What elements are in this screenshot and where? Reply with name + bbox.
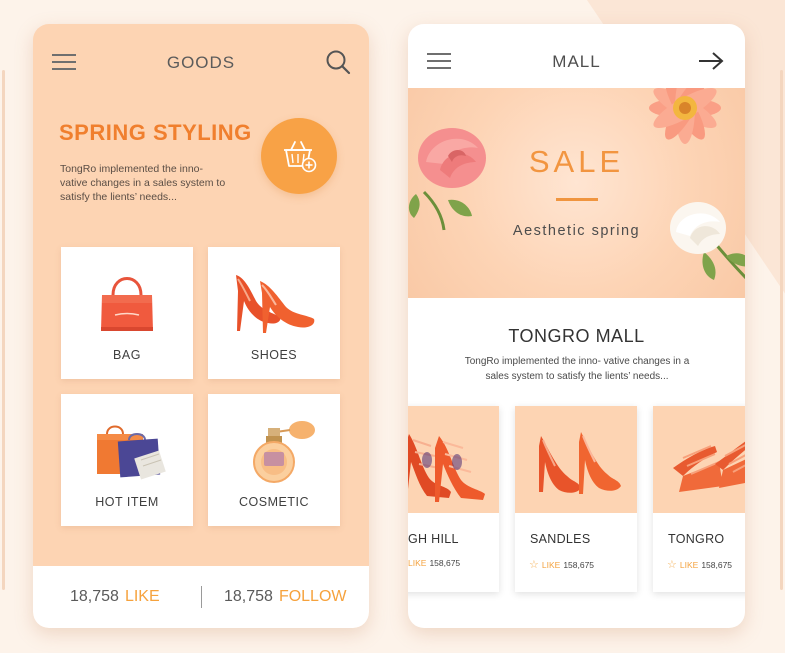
heels-pair-image [408,434,485,502]
category-label-hot-item: HOT ITEM [95,495,159,509]
page-title: MALL [552,52,601,71]
bag-icon [101,277,153,331]
product-card-tongro[interactable]: TONGRO ☆ LIKE 158,675 [653,406,745,592]
product-likes: ☆ LIKE 158,675 [667,558,732,571]
product-card-sandles[interactable]: SANDLES ☆ LIKE 158,675 [515,406,637,592]
pumps-pair-image [539,432,621,494]
shoes-icon [236,275,315,333]
goods-screen: GOODS SPRING STYLING TongRo implemented … [33,24,369,628]
search-icon[interactable] [325,49,351,75]
product-name: GH HILL [408,532,459,546]
product-name: TONGRO [668,532,725,546]
perfume-icon [253,421,315,483]
background-edge-right [780,70,783,590]
gerbera-flower-image [649,88,721,144]
star-icon[interactable]: ☆ [667,559,677,571]
product-name: SANDLES [530,532,591,546]
sale-banner[interactable]: SALE Aesthetic spring [408,88,745,298]
promo-title: SPRING STYLING [59,120,252,145]
product-like-count: 158,675 [563,560,595,570]
sale-divider [556,198,598,201]
product-image [653,406,745,513]
like-label: LIKE [124,588,160,605]
white-rose-image [670,202,745,280]
product-image [515,406,637,513]
category-label-cosmetic: COSMETIC [239,495,309,509]
follow-stat[interactable]: 18,758 FOLLOW [224,588,347,606]
section-title: TONGRO MALL [508,326,645,346]
follow-label: FOLLOW [278,588,347,605]
wedge-sandals-image [673,441,745,492]
sale-title: SALE [528,144,625,179]
follow-count: 18,758 [224,588,273,605]
product-likes: ☆ LIKE 158,675 [529,558,594,571]
mall-screen: MALL SALE Aesthetic spring TONGRO MALL T… [408,24,745,628]
category-label-shoes: SHOES [250,348,298,362]
arrow-right-icon[interactable] [697,50,725,72]
like-count: 18,758 [70,588,119,605]
product-like-label: LIKE [679,560,699,570]
product-like-label: LIKE [408,558,427,568]
like-stat[interactable]: 18,758 LIKE [70,588,160,606]
category-label-bag: BAG [113,348,141,362]
product-like-count: 158,675 [701,560,733,570]
add-to-basket-button[interactable] [261,118,337,194]
gift-bags-icon [97,425,166,480]
category-card-cosmetic[interactable]: COSMETIC [208,394,340,526]
section-description: TongRo implemented the inno- vative chan… [464,356,690,382]
category-card-bag[interactable]: BAG [61,247,193,379]
category-card-hot-item[interactable]: HOT ITEM [61,394,193,526]
promo-description: TongRo implemented the inno-vative chang… [60,163,226,203]
page-title: GOODS [166,53,236,72]
product-like-label: LIKE [541,560,561,570]
sale-subtitle: Aesthetic spring [512,223,641,239]
background-edge-left [2,70,5,590]
category-card-shoes[interactable]: SHOES [208,247,340,379]
product-likes: LIKE 158,675 [408,558,460,568]
product-card-gh-hill[interactable]: GH HILL LIKE 158,675 [408,406,499,592]
footer-divider [201,586,202,608]
social-footer: 18,758 LIKE 18,758 FOLLOW [33,566,369,628]
basket-add-icon [284,141,317,173]
star-icon[interactable]: ☆ [529,559,539,571]
product-image [408,406,499,513]
product-like-count: 158,675 [429,558,461,568]
